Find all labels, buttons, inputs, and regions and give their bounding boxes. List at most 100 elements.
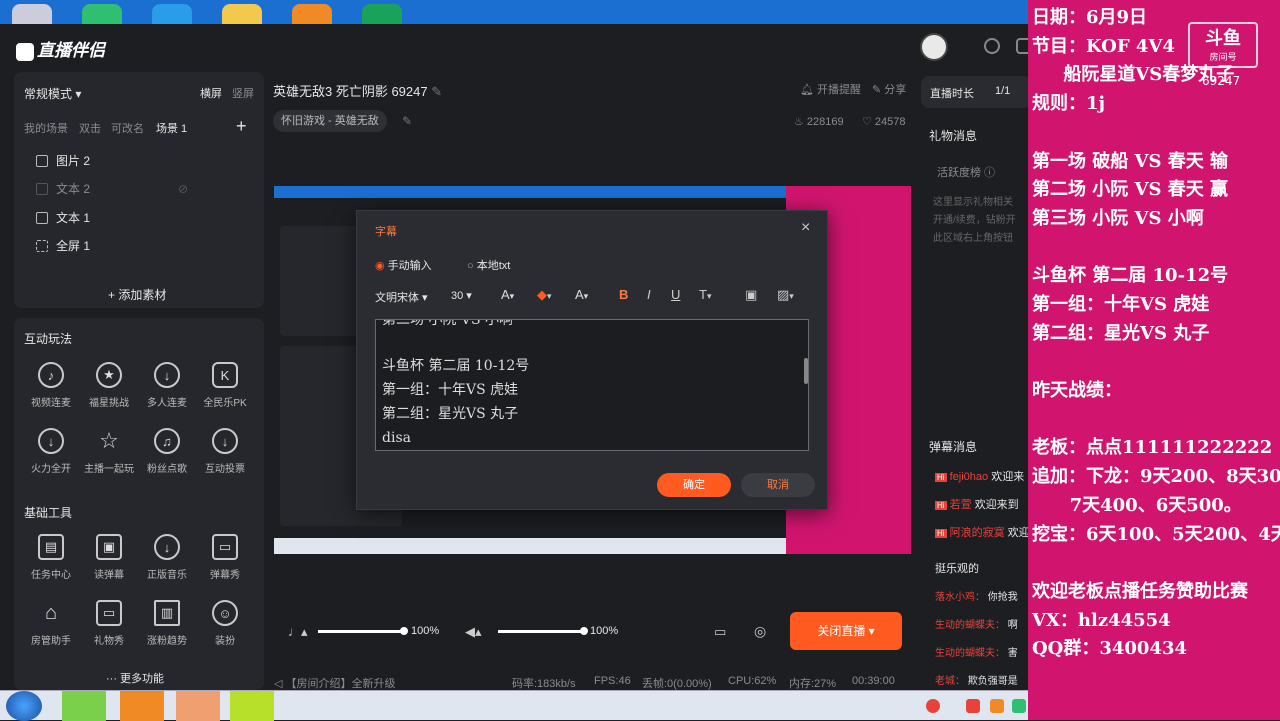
headset-icon[interactable] xyxy=(984,38,1000,54)
scene-tab-active[interactable]: 场景 1 xyxy=(156,120,187,136)
desktop-icon[interactable] xyxy=(152,4,192,24)
app-logo: 直播伴侣 xyxy=(16,36,105,61)
tool-vote[interactable]: ↓ 互动投票 xyxy=(196,428,254,475)
taskbar-app[interactable] xyxy=(230,691,274,721)
image-icon[interactable]: ▣ xyxy=(745,287,757,303)
add-scene-icon[interactable]: + xyxy=(236,116,247,137)
gift-title: 礼物消息 xyxy=(929,129,978,143)
radio-manual[interactable]: ◉ 手动输入 xyxy=(375,257,432,273)
pk-icon: K xyxy=(212,362,238,388)
stop-live-button[interactable]: 关闭直播 ▾ xyxy=(790,612,902,650)
share-button[interactable]: ✎ 分享 xyxy=(872,81,906,97)
portrait-toggle[interactable]: 竖屏 xyxy=(232,85,254,101)
source-item[interactable]: 文本 2 ⊘ xyxy=(36,180,188,197)
tool-room-admin[interactable]: ⌂ 房管助手 xyxy=(22,600,80,648)
underline-icon[interactable]: U xyxy=(671,287,680,302)
tool-song[interactable]: ♫ 粉丝点歌 xyxy=(138,428,196,475)
size-select[interactable]: 30 ▾ xyxy=(451,289,472,302)
hidden-eye-icon[interactable]: ⊘ xyxy=(178,182,188,196)
landscape-toggle[interactable]: 横屏 xyxy=(200,85,222,101)
star-icon: ☆ xyxy=(99,428,119,453)
reminder-button[interactable]: 🔔︎ 开播提醒 xyxy=(800,81,861,97)
tray-icon[interactable] xyxy=(990,699,1004,713)
tools-panel: 互动玩法 ♪ 视频连麦 ★ 福星挑战 ↓ 多人连麦 K 全民乐PK ↓ 火力全开 ☆ 主播一… xyxy=(14,318,264,690)
memory-usage: 内存:27% xyxy=(789,678,837,690)
tool-pk[interactable]: K 全民乐PK xyxy=(196,362,254,409)
category-tag[interactable]: 怀旧游戏 - 英雄无敌 xyxy=(273,110,387,132)
tool-read-danmu[interactable]: ▣ 读弹幕 xyxy=(80,534,138,581)
tool-multi-mic[interactable]: ↓ 多人连麦 xyxy=(138,362,196,409)
font-select[interactable]: 文明宋体 ▾ xyxy=(375,289,428,305)
page-indicator[interactable]: 1/1 xyxy=(995,85,1010,97)
cancel-button[interactable]: 取消 xyxy=(741,473,815,497)
source-item[interactable]: 图片 2 xyxy=(36,152,90,169)
mic-icon: ♪ xyxy=(38,362,64,388)
speaker-slider-handle[interactable] xyxy=(580,627,588,635)
subtitle-textarea[interactable]: 第二场 小阮 VS 小啊 斗鱼杯 第二届 10-12号 第一组：十年VS 虎娃 … xyxy=(375,319,809,451)
fps: FPS:46 xyxy=(594,675,631,687)
speaker-volume-slider[interactable] xyxy=(498,630,584,633)
danmu-title: 弹幕消息 xyxy=(929,440,978,454)
live-timer: 00:39:00 xyxy=(852,675,895,687)
textarea-scrollbar[interactable] xyxy=(804,358,808,384)
taskbar-app[interactable] xyxy=(176,691,220,721)
bold-icon[interactable]: B xyxy=(619,287,628,302)
mic-slider-handle[interactable] xyxy=(400,627,408,635)
tray-icon[interactable] xyxy=(926,699,940,713)
scene-tab[interactable]: 可改名 xyxy=(111,120,144,136)
italic-icon[interactable]: I xyxy=(647,287,651,302)
tool-fans-trend[interactable]: ▥ 涨粉趋势 xyxy=(138,600,196,647)
avatar[interactable] xyxy=(920,33,948,61)
edit-icon[interactable]: ✎ xyxy=(402,114,412,128)
tool-task-center[interactable]: ▤ 任务中心 xyxy=(22,534,80,581)
taskbar-app-iqiyi[interactable] xyxy=(62,691,106,721)
outline-color-icon[interactable]: A▾ xyxy=(575,287,588,302)
scene-tab[interactable]: 双击 xyxy=(79,120,101,136)
radio-file[interactable]: ○ 本地txt xyxy=(467,257,510,273)
cpu-usage: CPU:62% xyxy=(728,675,777,687)
text-style-icon[interactable]: T▾ xyxy=(699,287,711,302)
gift-hint: 这里显示礼物相关 开通/续费，钻粉开 此区域右上角按钮 xyxy=(933,197,1016,244)
camera-icon[interactable]: ▭ xyxy=(714,624,726,640)
image-icon xyxy=(36,154,48,167)
edit-icon[interactable]: ✎ xyxy=(431,84,442,99)
tray-icon[interactable] xyxy=(966,699,980,713)
speaker-icon[interactable]: ◀︎▴ xyxy=(465,624,482,640)
start-button[interactable] xyxy=(6,691,42,721)
source-item[interactable]: 文本 1 xyxy=(36,209,90,226)
tool-music[interactable]: ↓ 正版音乐 xyxy=(138,534,196,581)
mic-volume-slider[interactable] xyxy=(318,630,404,633)
desktop-icon[interactable] xyxy=(362,4,402,24)
tray-icon[interactable] xyxy=(1012,699,1026,713)
desktop-icon[interactable] xyxy=(222,4,262,24)
add-source-button[interactable]: + 添加素材 xyxy=(108,286,166,303)
shield-star-icon: ★ xyxy=(96,362,122,388)
more-features-button[interactable]: ··· 更多功能 xyxy=(106,670,164,686)
stream-title[interactable]: 英雄无敌3 死亡阴影 69247 ✎ xyxy=(273,81,442,100)
close-icon[interactable]: × xyxy=(801,219,810,237)
crop-icon[interactable]: ▨▾ xyxy=(777,287,794,303)
fill-color-icon[interactable]: ◆▾ xyxy=(537,287,552,303)
tool-dress[interactable]: ☺ 装扮 xyxy=(196,600,254,647)
source-item[interactable]: 全屏 1 xyxy=(36,237,90,254)
audience-item: 生动的蝴蝶夫： 啊 xyxy=(935,620,1018,631)
room-notice[interactable]: ◁ 【房间介绍】全新升级 xyxy=(274,675,396,691)
desktop-icon[interactable] xyxy=(292,4,332,24)
tool-danmu-show[interactable]: ▭ 弹幕秀 xyxy=(196,534,254,581)
scene-tab[interactable]: 我的场景 xyxy=(24,120,68,136)
desktop-icon[interactable] xyxy=(82,4,122,24)
record-icon[interactable]: ◎ xyxy=(754,623,766,640)
tool-lucky-star[interactable]: ★ 福星挑战 xyxy=(80,362,138,409)
tool-video-mic[interactable]: ♪ 视频连麦 xyxy=(22,362,80,409)
confirm-button[interactable]: 确定 xyxy=(657,473,731,497)
desktop-icon[interactable] xyxy=(12,4,52,24)
mic-icon[interactable]: ♩▴ xyxy=(288,624,308,640)
mode-select[interactable]: 常规模式 ▾ xyxy=(24,85,81,102)
home-icon: ⌂ xyxy=(44,601,58,624)
tool-fire[interactable]: ↓ 火力全开 xyxy=(22,428,80,475)
text-color-icon[interactable]: A▾ xyxy=(501,287,514,302)
active-rank-tab[interactable]: 活跃度榜 ⓘ xyxy=(937,164,995,180)
taskbar-app[interactable] xyxy=(120,691,164,721)
tool-gift-show[interactable]: ▭ 礼物秀 xyxy=(80,600,138,647)
tool-play-together[interactable]: ☆ 主播一起玩 xyxy=(80,428,138,475)
